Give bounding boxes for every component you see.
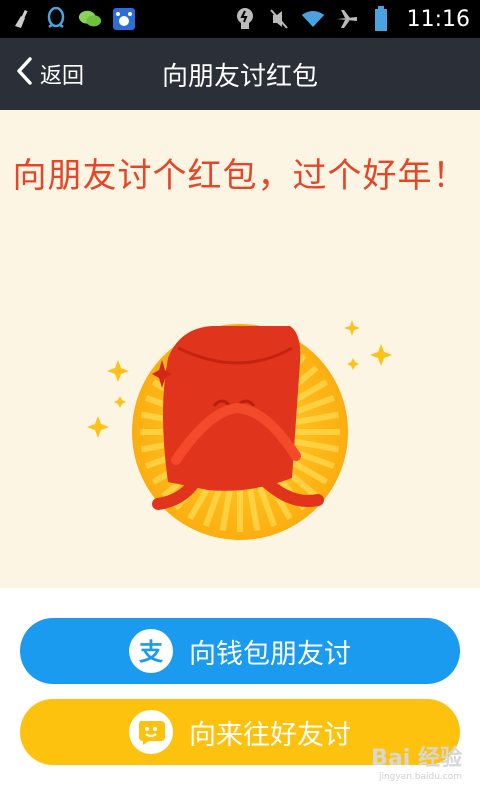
back-label: 返回 [40,64,85,89]
status-bar: 11:16 [0,0,480,38]
nav-bar: 返回 向朋友讨红包 [0,38,480,110]
ask-wallet-friends-label: 向钱包朋友讨 [189,638,351,670]
broom-icon [10,7,34,31]
laiwang-smile-icon [129,710,173,754]
back-button[interactable]: 返回 [16,38,84,110]
battery-icon [369,6,393,31]
clock: 11:16 [406,6,470,32]
svg-text:支: 支 [139,638,164,666]
main-panel: 向朋友讨个红包，过个好年！ [0,110,480,588]
bulb-icon [233,7,257,31]
chevron-left-icon [16,57,32,91]
baidu-icon [112,7,136,31]
headline: 向朋友讨个红包，过个好年！ [12,156,468,196]
airplane-icon [335,7,359,31]
ask-wallet-friends-button[interactable]: 支 向钱包朋友讨 [20,618,460,684]
wechat-icon [78,7,102,31]
mute-icon [267,7,291,31]
red-envelope-illustration [87,320,392,540]
qq-icon [44,7,68,31]
action-area: 支 向钱包朋友讨 向来往好友讨 Bai 经验 jingyan.baidu.com [0,588,480,800]
watermark-text: Bai 经验 [371,746,462,771]
wifi-icon [301,7,325,31]
alipay-icon: 支 [129,629,173,673]
baidu-watermark: Bai 经验 jingyan.baidu.com [371,740,462,782]
ask-laiwang-friends-label: 向来往好友讨 [189,719,351,751]
watermark-sub: jingyan.baidu.com [378,772,462,782]
